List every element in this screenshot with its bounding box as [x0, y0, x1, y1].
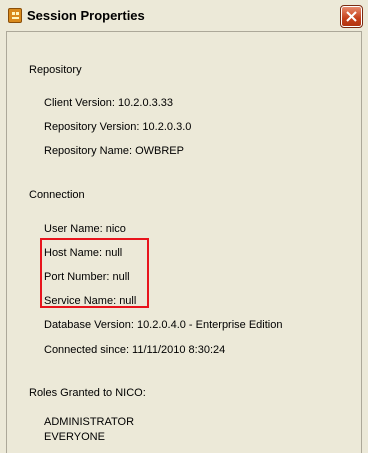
app-icon: [8, 8, 22, 23]
window-title: Session Properties: [27, 8, 145, 23]
repository-version-text: Repository Version: 10.2.0.3.0: [44, 121, 192, 133]
close-button[interactable]: [340, 5, 363, 28]
role-item: ADMINISTRATOR: [44, 416, 135, 428]
connected-since-text: Connected since: 11/11/2010 8:30:24: [44, 344, 226, 356]
roles-heading: Roles Granted to NICO:: [29, 387, 146, 399]
repository-heading: Repository: [29, 64, 82, 76]
highlight-box: [40, 238, 149, 308]
repository-name-text: Repository Name: OWBREP: [44, 145, 184, 157]
connection-heading: Connection: [29, 189, 85, 201]
session-properties-window: Session Properties Repository Client Ver…: [0, 0, 368, 453]
close-icon: [346, 11, 357, 22]
role-item: EVERYONE: [44, 431, 105, 443]
database-version-text: Database Version: 10.2.0.4.0 - Enterpris…: [44, 319, 283, 331]
user-name-text: User Name: nico: [44, 223, 126, 235]
title-bar[interactable]: Session Properties: [0, 0, 368, 30]
client-version-text: Client Version: 10.2.0.3.33: [44, 97, 174, 109]
